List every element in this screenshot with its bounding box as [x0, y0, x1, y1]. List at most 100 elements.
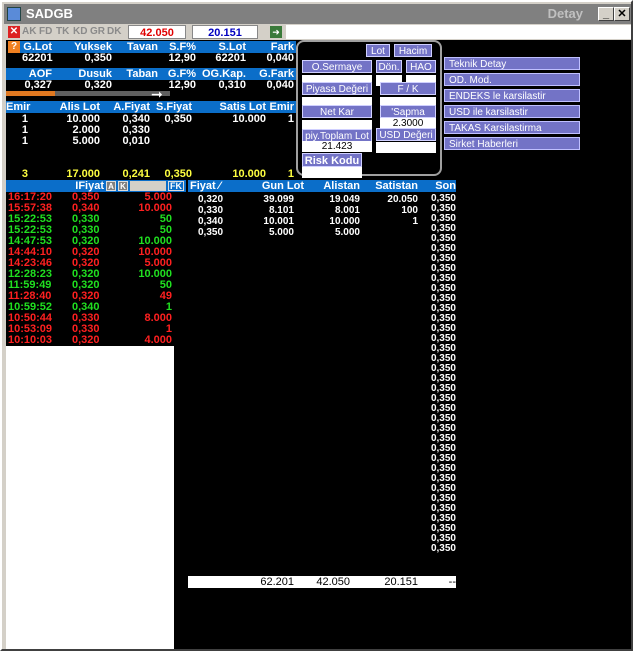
link-1[interactable]: OD. Mod.: [444, 73, 580, 86]
app-icon: [7, 7, 21, 21]
sort-k-button[interactable]: K: [118, 181, 128, 191]
orders-total-row: 3 17.000 0,241 0,350 10.000 1: [6, 169, 296, 180]
fk-toggle-button[interactable]: FK: [168, 181, 184, 191]
tab-ak[interactable]: AK: [22, 26, 36, 38]
usd-degeri-button[interactable]: USD Değeri: [376, 128, 436, 141]
stats2-value-3: 12,90: [168, 79, 196, 91]
link-0[interactable]: Teknik Detay: [444, 57, 580, 70]
hacim-button[interactable]: Hacim: [394, 44, 432, 57]
order-cell: 0,350: [164, 113, 192, 125]
tab-kd[interactable]: KD: [73, 26, 87, 38]
fk-button[interactable]: F / K: [380, 82, 436, 95]
trade-qty: 8.000: [144, 312, 172, 324]
info-field: [286, 25, 631, 39]
stats2-value-1: 0,320: [84, 79, 112, 91]
depth-total-row: 62.201 42.050 20.151 --: [188, 576, 456, 588]
order-row: 1 10.000 0,340 0,350 10.000 1: [6, 114, 296, 125]
sort-a-button[interactable]: A: [106, 181, 116, 191]
depth-cell: 10.000: [329, 216, 360, 227]
depth-header-alistan: Alistan: [323, 180, 360, 192]
stats1-value-0: 62201: [22, 52, 53, 64]
stats2-value-5: 0,040: [266, 79, 294, 91]
total-son: --: [448, 576, 456, 588]
orders-total-cell: 10.000: [232, 168, 266, 180]
depth-header-son: Son: [435, 180, 456, 192]
trade-price: 0,320: [72, 334, 100, 346]
order-cell: 5.000: [72, 135, 100, 147]
depth-header-fiyat: Fiyat ⁄: [190, 180, 221, 192]
depth-cell: 8.001: [334, 205, 360, 216]
total-gun-lot: 62.201: [260, 576, 294, 588]
last-price: 42.050: [128, 25, 186, 39]
usd-degeri-value: [376, 142, 436, 153]
orders-header-1: Alis Lot: [59, 101, 100, 113]
depth-cell: 0,330: [198, 205, 224, 216]
main-window: SADGB Detay _ ✕ ✕ AK FD TK KD GR DK 42.050 20…: [0, 0, 633, 651]
sapma-button[interactable]: 'Sapma: [380, 105, 436, 118]
info-panel: Lot Hacim O.Sermaye Dön. HAO Piyasa Değe…: [296, 40, 442, 178]
orders-header-4: Satis Lot: [219, 101, 266, 113]
help-icon[interactable]: ?: [8, 41, 20, 53]
total-satistan: 20.151: [384, 576, 418, 588]
depth-cell: 19.049: [329, 194, 360, 205]
depth-cell: 5.000: [334, 227, 360, 238]
depth-cell: 10.001: [263, 216, 294, 227]
depth-header: Fiyat ⁄ Gun Lot Alistan Satistan Son: [188, 180, 456, 192]
orders-header-0: Emir: [6, 101, 31, 113]
net-kar-button[interactable]: Net Kar: [302, 105, 372, 118]
order-row: 1 2.000 0,330: [6, 125, 296, 136]
hao-button[interactable]: HAO: [406, 60, 436, 73]
orders-header: Emir Alis Lot A.Fiyat S.Fiyat Satis Lot Emir: [6, 101, 296, 113]
stats2-value-0: 0,327: [24, 79, 52, 91]
orders-total-cell: 0,241: [122, 168, 150, 180]
close-button[interactable]: ✕: [614, 7, 630, 21]
stats1-values: 62201 0,350 12,90 62201 0,040: [6, 53, 296, 64]
progress-track: [6, 91, 170, 96]
trades-filter-field[interactable]: [130, 181, 166, 191]
piyasa-degeri-button[interactable]: Piyasa Değeri: [302, 82, 372, 95]
link-4[interactable]: TAKAS Karsilastirma: [444, 121, 580, 134]
depth-cell: 20.050: [387, 194, 418, 205]
tab-tk[interactable]: TK: [56, 26, 69, 38]
link-3[interactable]: USD ile karsilastir: [444, 105, 580, 118]
depth-cell: 0,350: [198, 227, 224, 238]
lot-button[interactable]: Lot: [366, 44, 390, 57]
orders-header-5: Emir: [269, 101, 294, 113]
stats1-header: G.Lot Yuksek Tavan S.F% S.Lot Fark: [20, 41, 296, 53]
don-button[interactable]: Dön.: [376, 60, 402, 73]
depth-cell: 8.101: [268, 205, 294, 216]
trade-row[interactable]: 10:10:03 0,320 4.000: [6, 335, 174, 346]
piy-toplam-lot-value: 21.423: [302, 141, 372, 152]
second-price: 20.151: [192, 25, 258, 39]
tab-gr[interactable]: GR: [90, 26, 105, 38]
risk-kodu-button[interactable]: Risk Kodu: [302, 153, 362, 167]
stats2-value-4: 0,310: [218, 79, 246, 91]
order-cell: 0,010: [122, 135, 150, 147]
depth-cell: 5.000: [268, 227, 294, 238]
minimize-button[interactable]: _: [598, 7, 614, 21]
depth-cell: 100: [401, 205, 418, 216]
tab-fd[interactable]: FD: [39, 26, 52, 38]
go-icon[interactable]: ➜: [270, 26, 282, 38]
link-2[interactable]: ENDEKS le karsilastir: [444, 89, 580, 102]
title-bar[interactable]: SADGB Detay _ ✕: [4, 4, 631, 24]
detay-label: Detay: [547, 6, 583, 21]
tab-dk[interactable]: DK: [107, 26, 121, 38]
depth-cell: 1: [412, 216, 418, 227]
stats1-value-1: 0,350: [84, 52, 112, 64]
close-icon[interactable]: ✕: [8, 26, 20, 38]
osermaye-button[interactable]: O.Sermaye: [302, 60, 372, 73]
depth-cell: 0,340: [198, 216, 224, 227]
stats2-header-2: Taban: [126, 68, 158, 80]
order-row: 1 5.000 0,010: [6, 136, 296, 147]
stats1-value-5: 0,040: [266, 52, 294, 64]
toolbar: ✕ AK FD TK KD GR DK 42.050 20.151 ➜: [6, 24, 631, 40]
stats1-value-3: 12,90: [168, 52, 196, 64]
orders-total-cell: 1: [287, 168, 294, 180]
depth-cell: 39.099: [263, 194, 294, 205]
progress-fill: [6, 91, 56, 96]
trade-qty: 49: [159, 290, 172, 302]
link-5[interactable]: Sirket Haberleri: [444, 137, 580, 150]
order-cell: 1: [21, 135, 28, 147]
order-cell: 1: [287, 113, 294, 125]
